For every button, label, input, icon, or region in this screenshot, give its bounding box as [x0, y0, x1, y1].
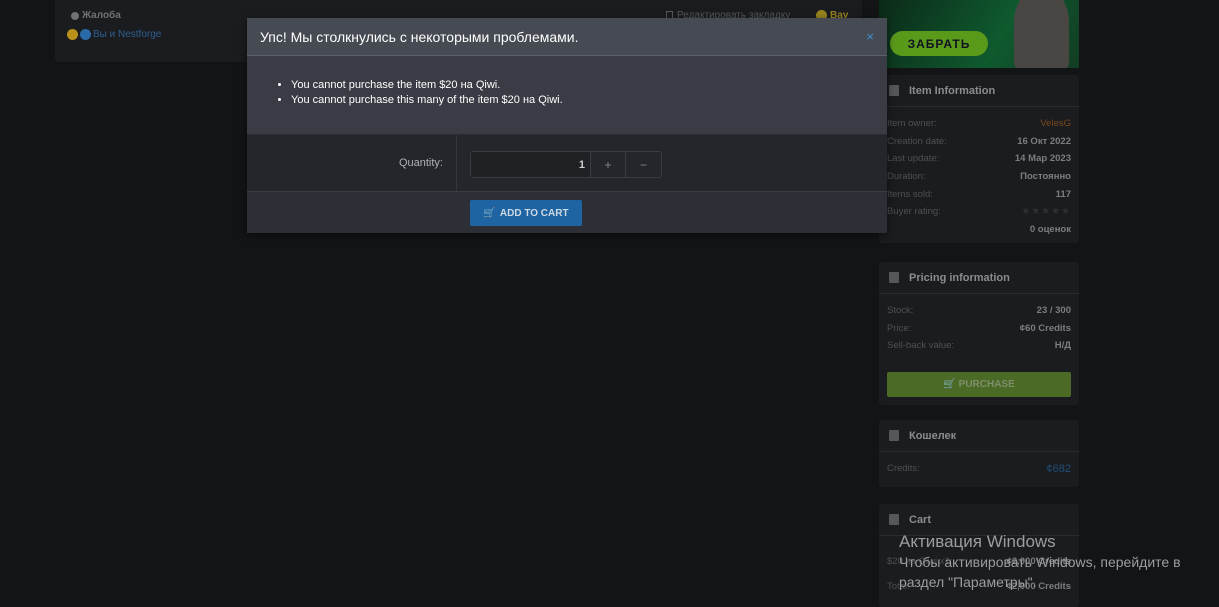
report-link[interactable]: Жалоба [71, 10, 121, 21]
report-label: Жалоба [82, 10, 121, 21]
info-row: Buyer rating: ★★★★★ [887, 203, 1071, 221]
info-row: Items sold: 117 [887, 185, 1071, 203]
row-value: Постоянно [1020, 171, 1071, 183]
info-row: 0 оценок [887, 221, 1071, 239]
document-icon [889, 272, 899, 283]
pricing-block: Pricing information Stock: 23 / 300 Price… [879, 262, 1079, 405]
pricing-row: Sell-back value: Н/Д [887, 337, 1071, 355]
quantity-label: Quantity: [247, 135, 457, 191]
row-label: Stock: [887, 305, 914, 317]
watermark-text: Чтобы активировать Windows, перейдите в [899, 554, 1181, 570]
row-value: Н/Д [1054, 340, 1071, 352]
row-label: Last update: [887, 153, 940, 165]
info-row: Item owner: VelesG [887, 115, 1071, 133]
block-title: Pricing information [909, 271, 1010, 284]
like-icon [80, 29, 91, 40]
dialog-title: Упс! Мы столкнулись с некоторыми проблем… [260, 28, 579, 45]
add-to-cart-label: ADD TO CART [499, 207, 569, 219]
wow-emoji-icon [67, 29, 78, 40]
document-icon [889, 430, 899, 441]
purchase-label: PURCHASE [958, 378, 1015, 390]
error-message: You cannot purchase the item $20 на Qiwi… [291, 78, 887, 93]
row-label: Sell-back value: [887, 340, 955, 352]
wallet-block: Кошелек Credits: ¢682 [879, 420, 1079, 487]
pricing-row: Price: ¢60 Credits [887, 320, 1071, 338]
block-title: Cart [909, 513, 932, 526]
row-label: Creation date: [887, 135, 947, 147]
watermark-text: раздел "Параметры". [899, 574, 1037, 590]
purchase-button[interactable]: 🛒 PURCHASE [887, 371, 1071, 397]
add-to-cart-button[interactable]: 🛒 ADD TO CART [470, 200, 582, 226]
increment-button[interactable]: + [591, 152, 626, 177]
item-information-block: Item Information Item owner: VelesG Creat… [879, 75, 1079, 243]
document-icon [889, 85, 899, 96]
quantity-input[interactable]: 1 [471, 152, 591, 177]
row-label: Buyer rating: [887, 206, 941, 218]
ratings-count: 0 оценок [1029, 223, 1071, 235]
block-title: Кошелек [909, 429, 957, 442]
error-dialog: Упс! Мы столкнулись с некоторыми проблем… [247, 18, 887, 233]
row-value: 117 [1055, 188, 1071, 200]
star-rating-icon: ★★★★★ [1021, 206, 1071, 218]
pricing-row: Stock: 23 / 300 [887, 302, 1071, 320]
reactions-summary[interactable]: Вы и Nestforge [67, 29, 161, 40]
cart-icon: 🛒 [483, 207, 496, 219]
close-icon[interactable]: × [866, 29, 874, 44]
block-title: Item Information [909, 84, 996, 97]
banner-button[interactable]: ЗАБРАТЬ [890, 31, 988, 56]
cart-icon: 🛒 [943, 378, 956, 390]
info-row: Creation date: 16 Окт 2022 [887, 133, 1071, 151]
reactions-text: Вы и Nestforge [93, 29, 162, 40]
row-label: Item owner: [887, 118, 937, 130]
banner-image [1014, 0, 1069, 68]
watermark-title: Активация Windows [899, 532, 1056, 551]
report-icon [71, 11, 79, 20]
owner-link[interactable]: VelesG [1040, 118, 1071, 129]
info-row: Duration: Постоянно [887, 168, 1071, 186]
ad-banner[interactable]: ЗАБРАТЬ [879, 0, 1079, 68]
error-message: You cannot purchase this many of the ite… [291, 93, 887, 108]
row-label: Price: [887, 322, 912, 334]
row-label: Credits: [887, 463, 920, 475]
row-label: Duration: [887, 171, 926, 183]
quantity-row: Quantity: 1 + − [247, 134, 887, 191]
row-label: Items sold: [887, 188, 933, 200]
windows-activation-watermark: Активация Windows Чтобы активировать Win… [899, 532, 1181, 592]
decrement-button[interactable]: − [626, 152, 661, 177]
info-row: Last update: 14 Мар 2023 [887, 150, 1071, 168]
row-value: 23 / 300 [1036, 305, 1071, 317]
row-value: 16 Окт 2022 [1017, 135, 1071, 147]
row-value: 14 Мар 2023 [1014, 153, 1071, 165]
quantity-stepper: 1 + − [470, 151, 662, 178]
error-list: You cannot purchase the item $20 на Qiwi… [247, 56, 887, 134]
row-value: ¢60 Credits [1019, 322, 1071, 334]
document-icon [889, 514, 899, 525]
credits-link[interactable]: ¢682 [1047, 463, 1071, 475]
